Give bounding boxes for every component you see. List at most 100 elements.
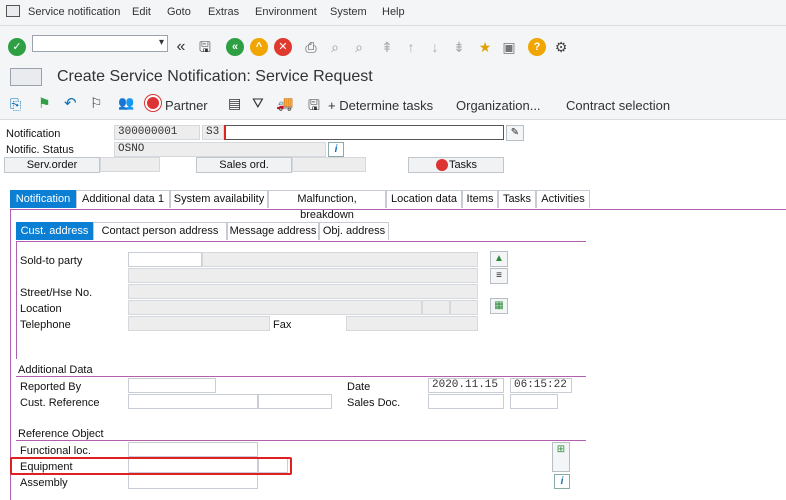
- cancel-icon[interactable]: ✕: [274, 38, 292, 56]
- tab-items[interactable]: Items: [462, 190, 498, 208]
- sold-to-name-field: [202, 252, 478, 267]
- tab-location-data[interactable]: Location data: [386, 190, 462, 208]
- menu-system[interactable]: System: [330, 6, 367, 18]
- tab-system-availability[interactable]: System availability: [170, 190, 268, 208]
- shortcut-icon[interactable]: ▣: [500, 38, 518, 56]
- subtab-underline: [16, 241, 586, 242]
- additional-data-line: [16, 376, 586, 377]
- save-icon[interactable]: 🖫: [308, 95, 320, 119]
- menu-edit[interactable]: Edit: [132, 6, 151, 18]
- chevron-down-icon[interactable]: ▾: [159, 37, 164, 48]
- sap-menu-icon[interactable]: [6, 5, 20, 17]
- partner-icon[interactable]: [145, 95, 161, 111]
- notification-number-field: 300000001: [114, 125, 200, 140]
- street-field: [128, 284, 478, 299]
- info-icon[interactable]: i: [554, 474, 570, 489]
- document-icon[interactable]: ▤: [228, 95, 241, 112]
- sales-doc-item-input[interactable]: [510, 394, 558, 409]
- document-list-icon[interactable]: ≡: [490, 268, 508, 284]
- notification-description-input[interactable]: [224, 125, 504, 140]
- date-input[interactable]: 2020.11.15: [428, 378, 504, 393]
- application-toolbar: ⎘ ⚑ ↶ ⚐ 👥 Partner ▤ ⛛ 🚚 🖫 + Determine ta…: [0, 90, 786, 120]
- sales-doc-input[interactable]: [428, 394, 504, 409]
- print-icon[interactable]: ⎙: [302, 38, 320, 56]
- sold-to-party-label: Sold-to party: [20, 255, 83, 267]
- screen-menu-icon[interactable]: [10, 68, 42, 86]
- organization-button[interactable]: Organization...: [456, 98, 541, 113]
- time-input[interactable]: 06:15:22: [510, 378, 572, 393]
- checkered-flag-icon[interactable]: ⚐: [90, 95, 103, 112]
- location-field: [128, 300, 422, 315]
- subtab-contact-person-address[interactable]: Contact person address: [93, 222, 227, 240]
- fax-field: [346, 316, 478, 331]
- tab-tasks[interactable]: Tasks: [498, 190, 536, 208]
- tab-underline: [10, 209, 786, 210]
- structure-tree-icon[interactable]: ⊞: [552, 442, 570, 472]
- create-session-icon[interactable]: ★: [476, 38, 494, 56]
- info-icon[interactable]: i: [328, 142, 344, 157]
- exit-icon[interactable]: ^: [250, 38, 268, 56]
- display-object-icon[interactable]: ⎘: [10, 96, 21, 113]
- subtab-obj-address[interactable]: Obj. address: [319, 222, 389, 240]
- find-next-icon[interactable]: ⌕: [350, 38, 368, 56]
- long-text-icon[interactable]: ✎: [506, 125, 524, 141]
- reported-by-label: Reported By: [20, 381, 82, 393]
- tab-malfunction-breakdown[interactable]: Malfunction, breakdown: [268, 190, 386, 221]
- menu-help[interactable]: Help: [382, 6, 405, 18]
- menu-bar: Service notification Edit Goto Extras En…: [0, 0, 786, 26]
- menu-service-notification[interactable]: Service notification: [28, 6, 120, 18]
- help-icon[interactable]: ?: [528, 38, 546, 56]
- status-field: OSNO: [114, 142, 326, 157]
- tasks-button[interactable]: Tasks: [408, 157, 504, 173]
- reported-by-input[interactable]: [128, 378, 216, 393]
- cust-reference-input[interactable]: [128, 394, 258, 409]
- notification-type-field: S3: [202, 125, 224, 140]
- menu-goto[interactable]: Goto: [167, 6, 191, 18]
- truck-icon[interactable]: 🚚: [276, 95, 293, 112]
- last-page-icon[interactable]: ⇟: [450, 38, 468, 56]
- tab-notification[interactable]: Notification: [10, 190, 76, 208]
- flag-icon[interactable]: ⚑: [38, 95, 51, 112]
- back-double-arrow-icon[interactable]: «: [172, 38, 190, 56]
- mountain-image-icon[interactable]: ▲: [490, 251, 508, 267]
- date-label: Date: [347, 381, 371, 393]
- partner-button[interactable]: Partner: [165, 98, 208, 113]
- settings-gear-icon[interactable]: ⚙: [552, 38, 570, 56]
- previous-page-icon[interactable]: ↑: [402, 38, 420, 56]
- location-country-field: [450, 300, 478, 315]
- first-page-icon[interactable]: ⇞: [378, 38, 396, 56]
- filter-icon[interactable]: ⛛: [252, 95, 264, 112]
- sales-ord-field: [292, 157, 366, 172]
- sales-doc-label: Sales Doc.: [347, 397, 401, 409]
- functional-loc-input[interactable]: [128, 442, 258, 457]
- menu-extras[interactable]: Extras: [208, 6, 239, 18]
- notification-label: Notification: [6, 128, 61, 140]
- persons-icon[interactable]: 👥: [118, 95, 134, 111]
- assembly-input[interactable]: [128, 474, 258, 489]
- sales-ord-button[interactable]: Sales ord.: [196, 157, 292, 173]
- reference-object-line: [16, 440, 586, 441]
- tab-additional-data-1[interactable]: Additional data 1: [76, 190, 170, 208]
- serv-order-field: [100, 157, 160, 172]
- menu-environment[interactable]: Environment: [255, 6, 317, 18]
- contract-selection-button[interactable]: Contract selection: [566, 98, 670, 113]
- save-icon[interactable]: 🖫: [196, 38, 214, 56]
- subtab-cust-address[interactable]: Cust. address: [16, 222, 93, 240]
- tab-activities[interactable]: Activities: [536, 190, 590, 208]
- sold-to-party-input[interactable]: [128, 252, 202, 267]
- address-subtabstrip: Cust. address Contact person address Mes…: [16, 222, 389, 240]
- determine-tasks-button[interactable]: + Determine tasks: [328, 98, 433, 113]
- next-page-icon[interactable]: ↓: [426, 38, 444, 56]
- location-label: Location: [20, 303, 62, 315]
- serv-order-button[interactable]: Serv.order: [4, 157, 100, 173]
- command-field[interactable]: ▾: [32, 35, 168, 52]
- enter-check-icon[interactable]: ✓: [8, 38, 26, 56]
- reference-object-title: Reference Object: [18, 428, 104, 440]
- back-icon[interactable]: «: [226, 38, 244, 56]
- cust-reference-date-input[interactable]: [258, 394, 332, 409]
- find-icon[interactable]: ⌕: [326, 38, 344, 56]
- undo-icon[interactable]: ↶: [64, 94, 77, 112]
- subtab-message-address[interactable]: Message address: [227, 222, 319, 240]
- fax-label: Fax: [273, 319, 292, 331]
- contact-card-icon[interactable]: ▦: [490, 298, 508, 314]
